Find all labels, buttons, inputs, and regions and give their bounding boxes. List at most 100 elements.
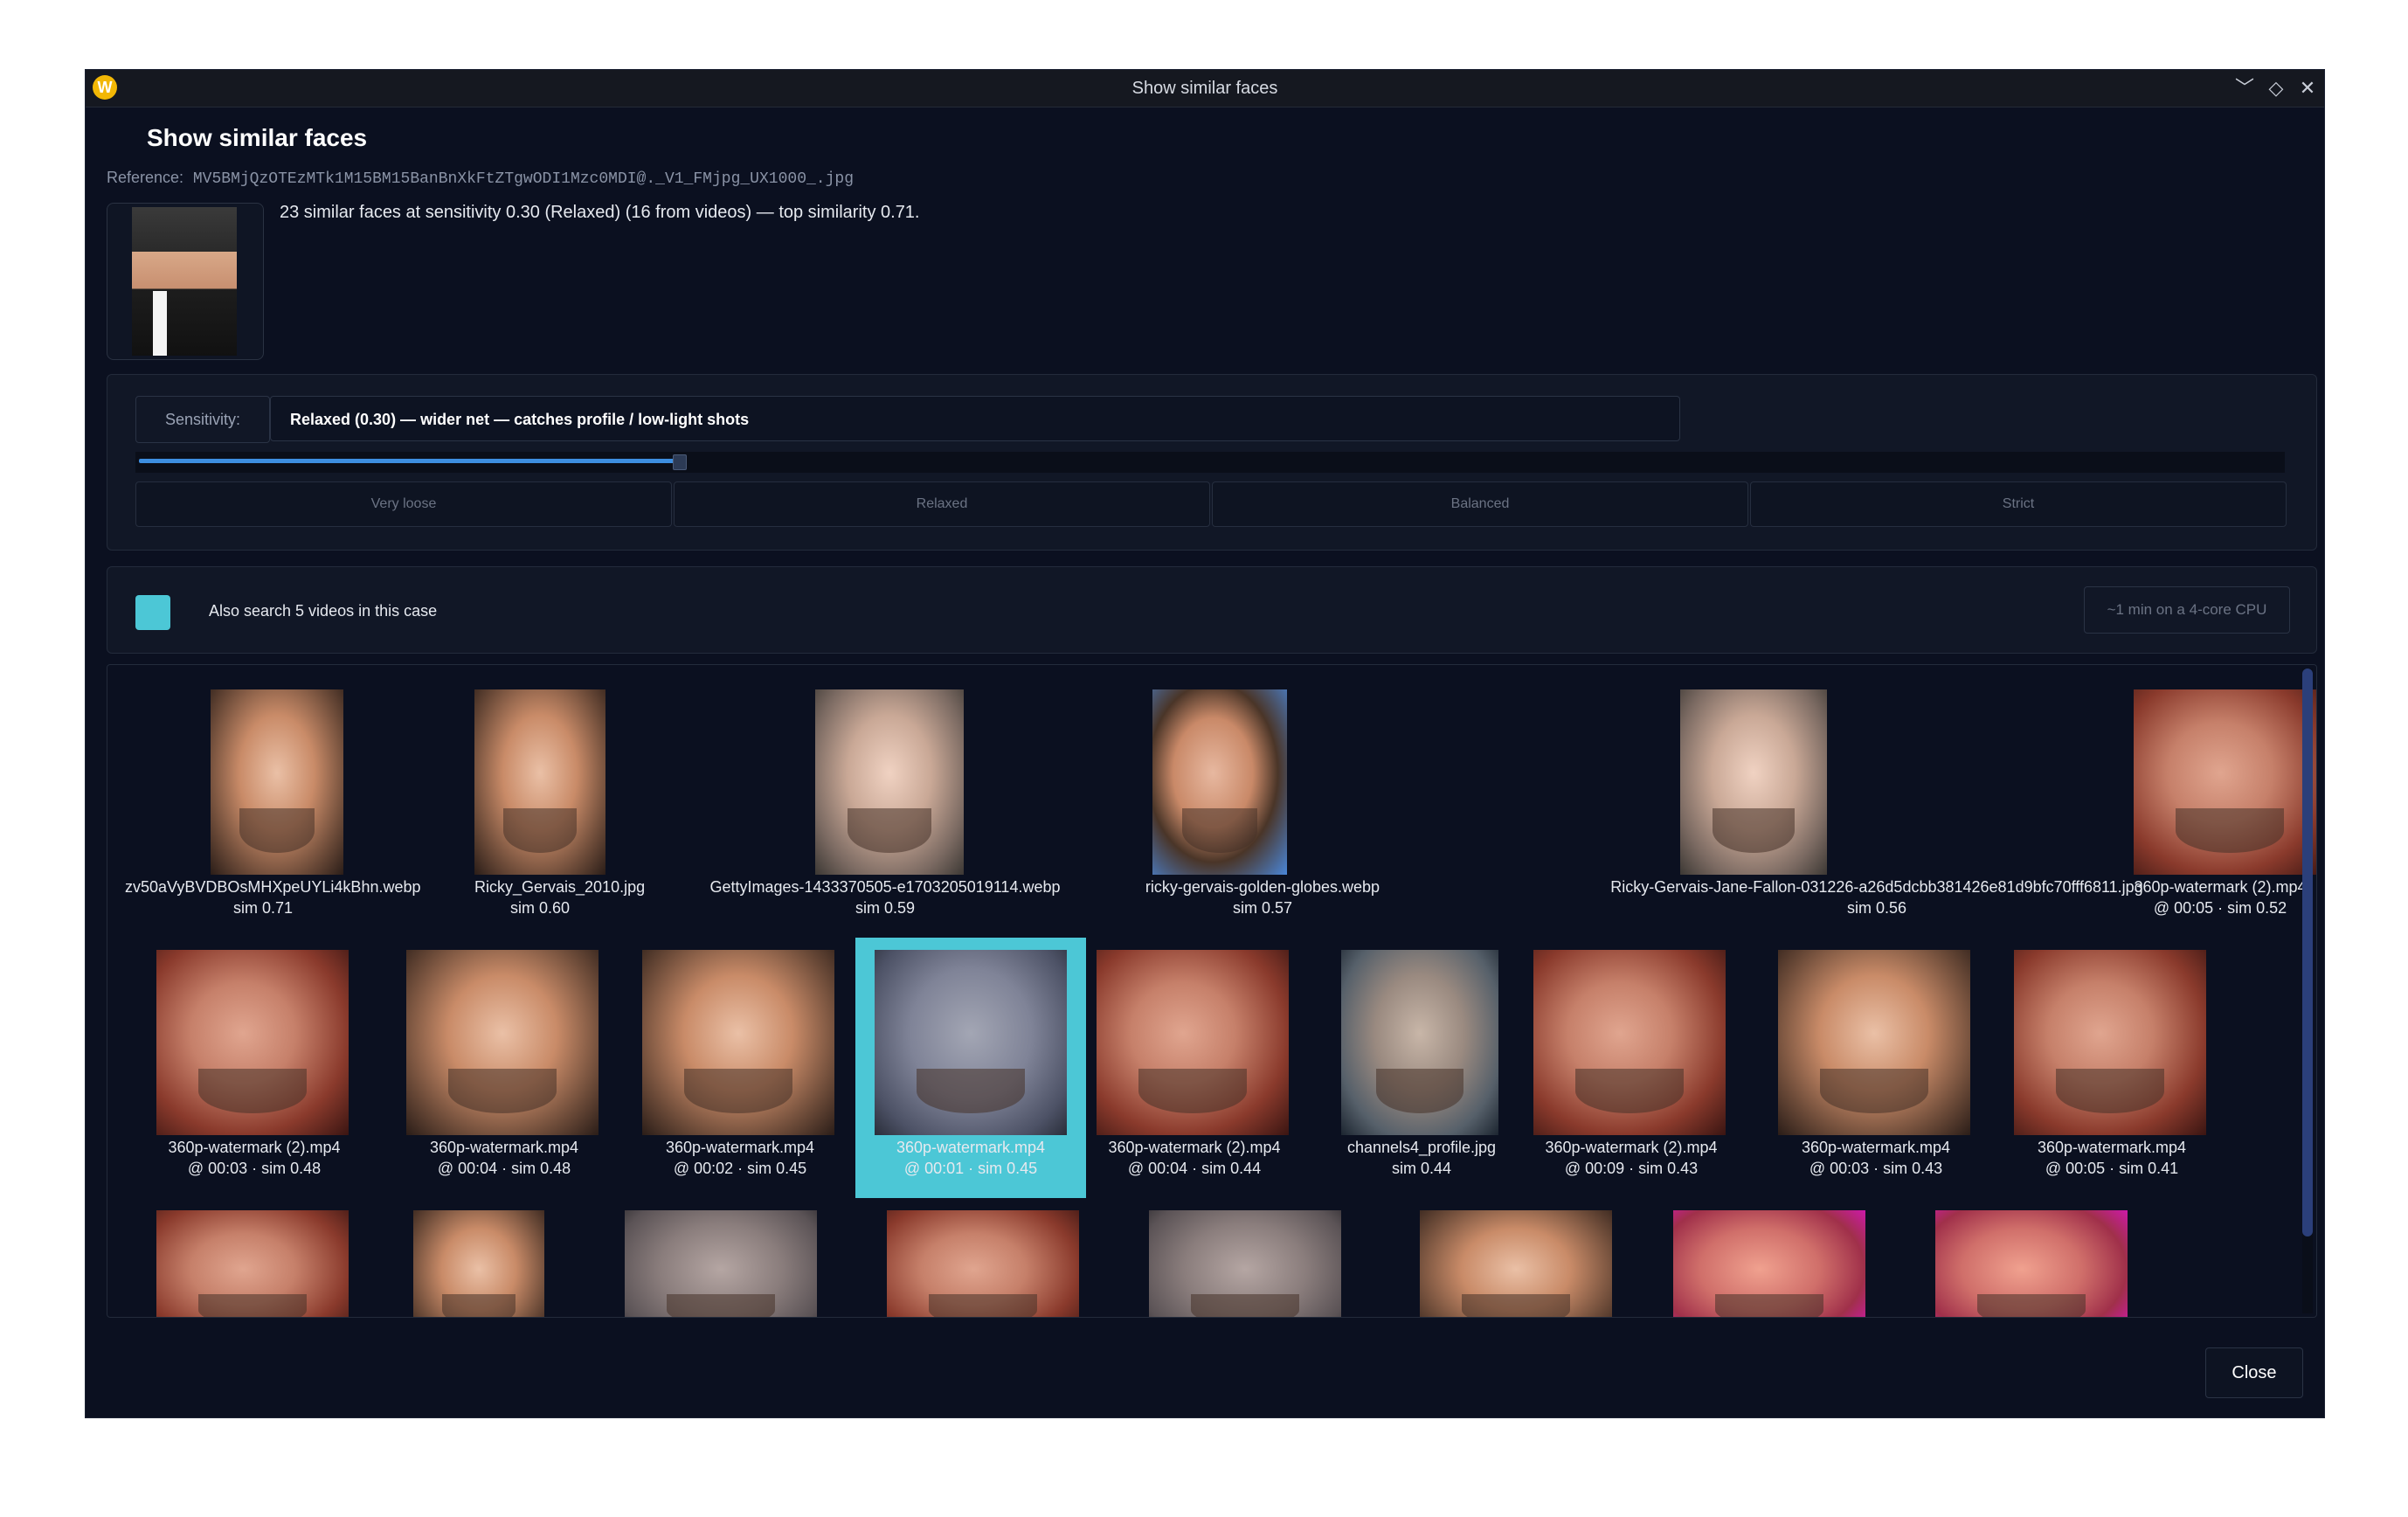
result-similarity: @ 00:02 · sim 0.45	[673, 1160, 807, 1177]
face-thumbnail	[1341, 950, 1498, 1135]
search-videos-label: Also search 5 videos in this case	[209, 602, 438, 620]
title-bar: W Show similar faces ﹀ ◇ ✕	[86, 70, 2324, 107]
result-item[interactable]: 360p-watermark (2).mp4 @ 00:03 · sim 0.48	[151, 950, 357, 1186]
face-thumbnail	[1533, 950, 1726, 1135]
face-thumbnail	[1097, 950, 1289, 1135]
preset-very-loose-button[interactable]: Very loose	[135, 481, 672, 527]
face-beard	[1977, 1294, 2086, 1317]
face-thumbnail	[474, 689, 605, 875]
face-thumbnail	[211, 689, 343, 875]
result-item-selected[interactable]: 360p-watermark.mp4 @ 00:01 · sim 0.45	[855, 938, 1086, 1198]
time-estimate-badge: ~1 min on a 4-core CPU	[2084, 586, 2290, 634]
preset-relaxed-button[interactable]: Relaxed	[674, 481, 1210, 527]
face-thumbnail	[1149, 1210, 1341, 1317]
maximize-button[interactable]: ◇	[2261, 73, 2291, 103]
result-filename: 360p-watermark.mp4	[2037, 1139, 2187, 1156]
result-similarity: @ 00:03 · sim 0.43	[1809, 1160, 1943, 1177]
result-item[interactable]	[1415, 1210, 1621, 1317]
dialog-title: Show similar faces	[147, 124, 368, 151]
result-filename: 360p-watermark.mp4	[1801, 1139, 1951, 1156]
face-beard	[2056, 1068, 2164, 1113]
reference-photo	[132, 207, 237, 356]
result-item[interactable]: 360p-watermark.mp4 @ 00:05 · sim 0.41	[2009, 950, 2215, 1186]
result-item[interactable]: 360p-watermark.mp4 @ 00:03 · sim 0.43	[1773, 950, 1979, 1186]
result-item[interactable]: ricky-gervais-golden-globes.webp sim 0.57	[1083, 689, 1443, 925]
result-item[interactable]: 360p-watermark (2).mp4 @ 00:09 · sim 0.43	[1528, 950, 1734, 1186]
result-item[interactable]: 360p-watermark.mp4 @ 00:04 · sim 0.48	[401, 950, 607, 1186]
result-similarity: @ 00:04 · sim 0.44	[1127, 1160, 1262, 1177]
results-summary: 23 similar faces at sensitivity 0.30 (Re…	[280, 203, 920, 222]
sensitivity-dropdown[interactable]: Relaxed (0.30) — wider net — catches pro…	[270, 396, 1680, 441]
result-similarity: sim 0.57	[1232, 899, 1293, 917]
result-similarity: @ 00:05 · sim 0.41	[2045, 1160, 2179, 1177]
result-item[interactable]: channels4_profile.jpg sim 0.44	[1318, 950, 1525, 1186]
face-beard	[1715, 1294, 1823, 1317]
face-thumbnail	[625, 1210, 817, 1317]
result-similarity: sim 0.59	[855, 899, 916, 917]
result-item[interactable]: Ricky_Gervais_2010.jpgsim 0.60	[474, 689, 646, 925]
search-videos-checkbox[interactable]	[135, 595, 170, 630]
face-thumbnail	[1778, 950, 1970, 1135]
slider-handle[interactable]	[673, 454, 687, 470]
face-beard	[929, 1294, 1037, 1317]
face-beard	[1462, 1294, 1570, 1317]
result-item[interactable]	[1144, 1210, 1350, 1317]
results-scrollbar[interactable]	[2302, 668, 2313, 1313]
face-beard	[2176, 807, 2284, 853]
result-filename: 360p-watermark (2).mp4	[2134, 878, 2307, 896]
face-beard	[667, 1294, 775, 1317]
result-filename: 360p-watermark.mp4	[429, 1139, 579, 1156]
reference-filename: MV5BMjQzOTEzMTk1M15BM15BanBnXkFtZTgwODI1…	[192, 170, 854, 188]
result-filename: zv50aVyBVDBOsMHXpeUYLi4kBhn.webp	[125, 878, 421, 896]
result-item[interactable]	[151, 1210, 357, 1317]
preset-balanced-button[interactable]: Balanced	[1212, 481, 1748, 527]
result-item[interactable]: 360p-watermark.mp4 @ 00:02 · sim 0.45	[637, 950, 843, 1186]
face-beard	[684, 1068, 792, 1113]
result-item[interactable]: 360p-watermark (2).mp4 @ 00:04 · sim 0.44	[1091, 950, 1297, 1186]
face-thumbnail	[1152, 689, 1287, 875]
face-thumbnail	[2134, 689, 2316, 875]
face-thumbnail	[815, 689, 964, 875]
preset-strict-button[interactable]: Strict	[1750, 481, 2287, 527]
result-filename: 360p-watermark (2).mp4	[1108, 1139, 1281, 1156]
close-button[interactable]: Close	[2205, 1347, 2303, 1398]
face-beard	[1575, 1068, 1684, 1113]
result-filename: GettyImages-1433370505-e1703205019114.we…	[709, 878, 1061, 896]
sensitivity-panel: Sensitivity: Relaxed (0.30) — wider net …	[107, 374, 2317, 551]
face-thumbnail	[1680, 689, 1827, 875]
face-beard	[442, 1294, 516, 1317]
result-item[interactable]	[1668, 1210, 1874, 1317]
result-filename: Ricky_Gervais_2010.jpg	[474, 878, 646, 896]
result-similarity: @ 00:05 · sim 0.52	[2153, 899, 2287, 917]
face-beard	[198, 1068, 307, 1113]
face-thumbnail	[1935, 1210, 2128, 1317]
close-window-button[interactable]: ✕	[2293, 73, 2322, 103]
result-item[interactable]: 360p-watermark (2).mp4 @ 00:05 · sim 0.52	[2061, 689, 2316, 925]
scrollbar-thumb[interactable]	[2302, 668, 2313, 1236]
face-thumbnail	[1673, 1210, 1865, 1317]
result-item[interactable]	[413, 1210, 544, 1317]
result-item[interactable]: zv50aVyBVDBOsMHXpeUYLi4kBhn.webp sim 0.71	[125, 689, 421, 925]
result-item[interactable]	[882, 1210, 1088, 1317]
result-filename: 360p-watermark (2).mp4	[1545, 1139, 1718, 1156]
result-similarity: sim 0.60	[509, 899, 571, 917]
result-similarity: @ 00:03 · sim 0.48	[187, 1160, 322, 1177]
sensitivity-slider[interactable]	[135, 452, 2285, 473]
slider-fill	[139, 459, 675, 463]
face-beard	[917, 1068, 1025, 1113]
result-similarity: @ 00:04 · sim 0.48	[437, 1160, 571, 1177]
minimize-button[interactable]: ﹀	[2230, 73, 2259, 103]
reference-photo-shirt	[153, 291, 167, 356]
reference-thumbnail	[107, 203, 264, 360]
reference-label: Reference:	[107, 169, 184, 186]
result-filename: 360p-watermark.mp4	[665, 1139, 815, 1156]
face-beard	[239, 807, 315, 853]
face-beard	[1712, 807, 1796, 853]
result-item[interactable]	[619, 1210, 826, 1317]
reference-line: Reference: MV5BMjQzOTEzMTk1M15BM15BanBnX…	[107, 169, 854, 188]
result-item[interactable]: GettyImages-1433370505-e1703205019114.we…	[702, 689, 1069, 925]
result-item[interactable]	[1930, 1210, 2136, 1317]
result-similarity: sim 0.44	[1391, 1160, 1452, 1177]
face-beard	[503, 807, 577, 853]
face-beard	[1191, 1294, 1299, 1317]
